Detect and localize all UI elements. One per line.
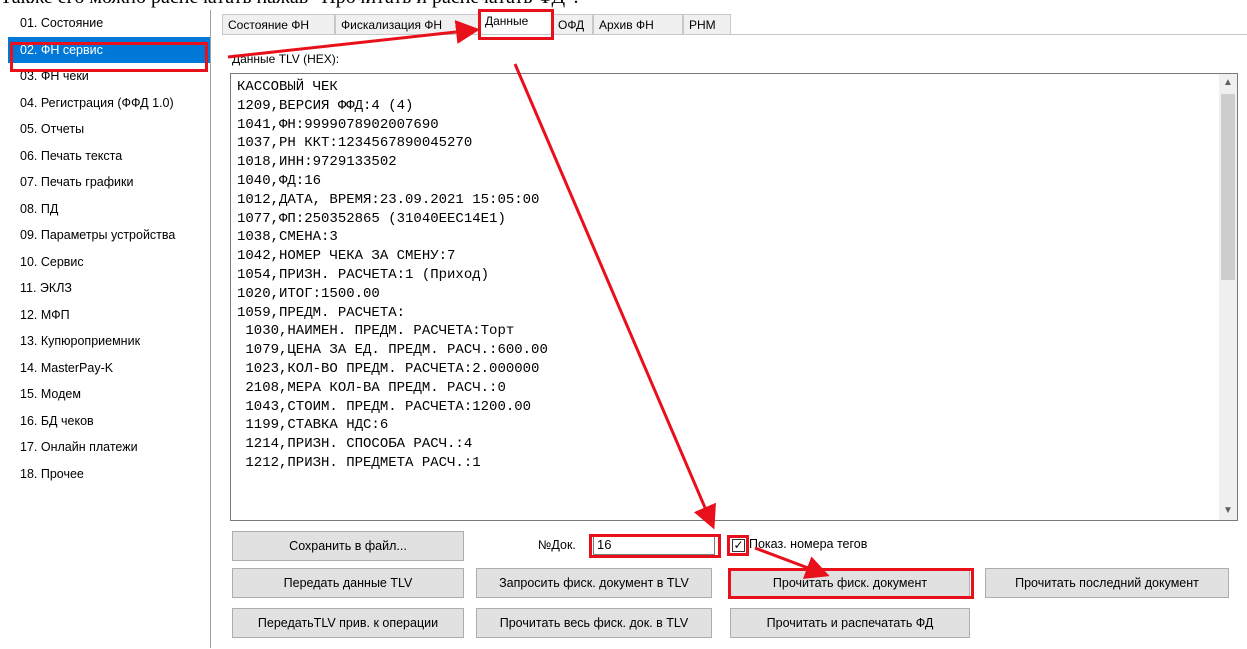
tlv-textarea[interactable]: КАССОВЫЙ ЧЕК 1209,ВЕРСИЯ ФФД:4 (4) 1041,… bbox=[230, 73, 1238, 521]
send-tlv-op-button[interactable]: ПередатьTLV прив. к операции bbox=[232, 608, 464, 638]
tab-fn-fiscalization[interactable]: Фискализация ФН bbox=[335, 14, 479, 34]
sidebar-item-print-graphics[interactable]: 07. Печать графики bbox=[8, 169, 210, 196]
show-tags-label: Показ. номера тегов bbox=[749, 537, 868, 551]
read-last-document-button[interactable]: Прочитать последний документ bbox=[985, 568, 1229, 598]
sidebar-item-reports[interactable]: 05. Отчеты bbox=[8, 116, 210, 143]
tlv-content[interactable]: КАССОВЫЙ ЧЕК 1209,ВЕРСИЯ ФФД:4 (4) 1041,… bbox=[237, 78, 1207, 518]
read-whole-tlv-button[interactable]: Прочитать весь фиск. док. в TLV bbox=[476, 608, 712, 638]
sidebar-item-fn-receipts[interactable]: 03. ФН чеки bbox=[8, 63, 210, 90]
data-panel: Данные TLV (HEX): КАССОВЫЙ ЧЕК 1209,ВЕРС… bbox=[222, 34, 1247, 649]
doc-number-label: №Док. bbox=[538, 538, 576, 552]
tab-ofd[interactable]: ОФД bbox=[552, 14, 593, 34]
sidebar-item-pd[interactable]: 08. ПД bbox=[8, 196, 210, 223]
read-print-fd-button[interactable]: Прочитать и распечатать ФД bbox=[730, 608, 970, 638]
doc-number-input[interactable]: 16 bbox=[593, 535, 715, 555]
sidebar-item-masterpay[interactable]: 14. MasterPay-K bbox=[8, 355, 210, 382]
request-fisc-tlv-button[interactable]: Запросить фиск. документ в TLV bbox=[476, 568, 712, 598]
sidebar-item-receipt-db[interactable]: 16. БД чеков bbox=[8, 408, 210, 435]
sidebar-item-print-text[interactable]: 06. Печать текста bbox=[8, 143, 210, 170]
send-tlv-button[interactable]: Передать данные TLV bbox=[232, 568, 464, 598]
sidebar-item-other[interactable]: 18. Прочее bbox=[8, 461, 210, 488]
sidebar-item-device-params[interactable]: 09. Параметры устройства bbox=[8, 222, 210, 249]
vertical-scrollbar[interactable]: ▲ ▼ bbox=[1219, 74, 1237, 520]
tab-rnm[interactable]: РНМ bbox=[683, 14, 731, 34]
sidebar-item-mfp[interactable]: 12. МФП bbox=[8, 302, 210, 329]
chevron-up-icon[interactable]: ▲ bbox=[1219, 74, 1237, 92]
sidebar-item-online-payments[interactable]: 17. Онлайн платежи bbox=[8, 434, 210, 461]
save-to-file-button[interactable]: Сохранить в файл... bbox=[232, 531, 464, 561]
read-fisc-document-button[interactable]: Прочитать фиск. документ bbox=[730, 568, 970, 598]
check-icon: ✓ bbox=[733, 538, 744, 552]
tab-data[interactable]: Данные bbox=[479, 10, 552, 35]
tab-fn-archive[interactable]: Архив ФН bbox=[593, 14, 683, 34]
sidebar-item-eklz[interactable]: 11. ЭКЛЗ bbox=[8, 275, 210, 302]
tab-fn-state[interactable]: Состояние ФН bbox=[222, 14, 335, 34]
caption-text: Также его можно распечатать нажав "Прочи… bbox=[0, 0, 1000, 8]
tlv-label: Данные TLV (HEX): bbox=[232, 52, 340, 66]
sidebar-item-modem[interactable]: 15. Модем bbox=[8, 381, 210, 408]
sidebar-item-fn-service[interactable]: 02. ФН сервис bbox=[8, 36, 210, 63]
show-tags-checkbox[interactable]: ✓ bbox=[732, 539, 745, 552]
sidebar-menu: 01. Состояние 02. ФН сервис 03. ФН чеки … bbox=[8, 10, 211, 648]
sidebar-item-service[interactable]: 10. Сервис bbox=[8, 249, 210, 276]
chevron-down-icon[interactable]: ▼ bbox=[1219, 502, 1237, 520]
sidebar-item-registration[interactable]: 04. Регистрация (ФФД 1.0) bbox=[8, 90, 210, 117]
scroll-thumb[interactable] bbox=[1221, 94, 1235, 280]
sidebar-item-bill-acceptor[interactable]: 13. Купюроприемник bbox=[8, 328, 210, 355]
sidebar-item-state[interactable]: 01. Состояние bbox=[8, 10, 210, 37]
